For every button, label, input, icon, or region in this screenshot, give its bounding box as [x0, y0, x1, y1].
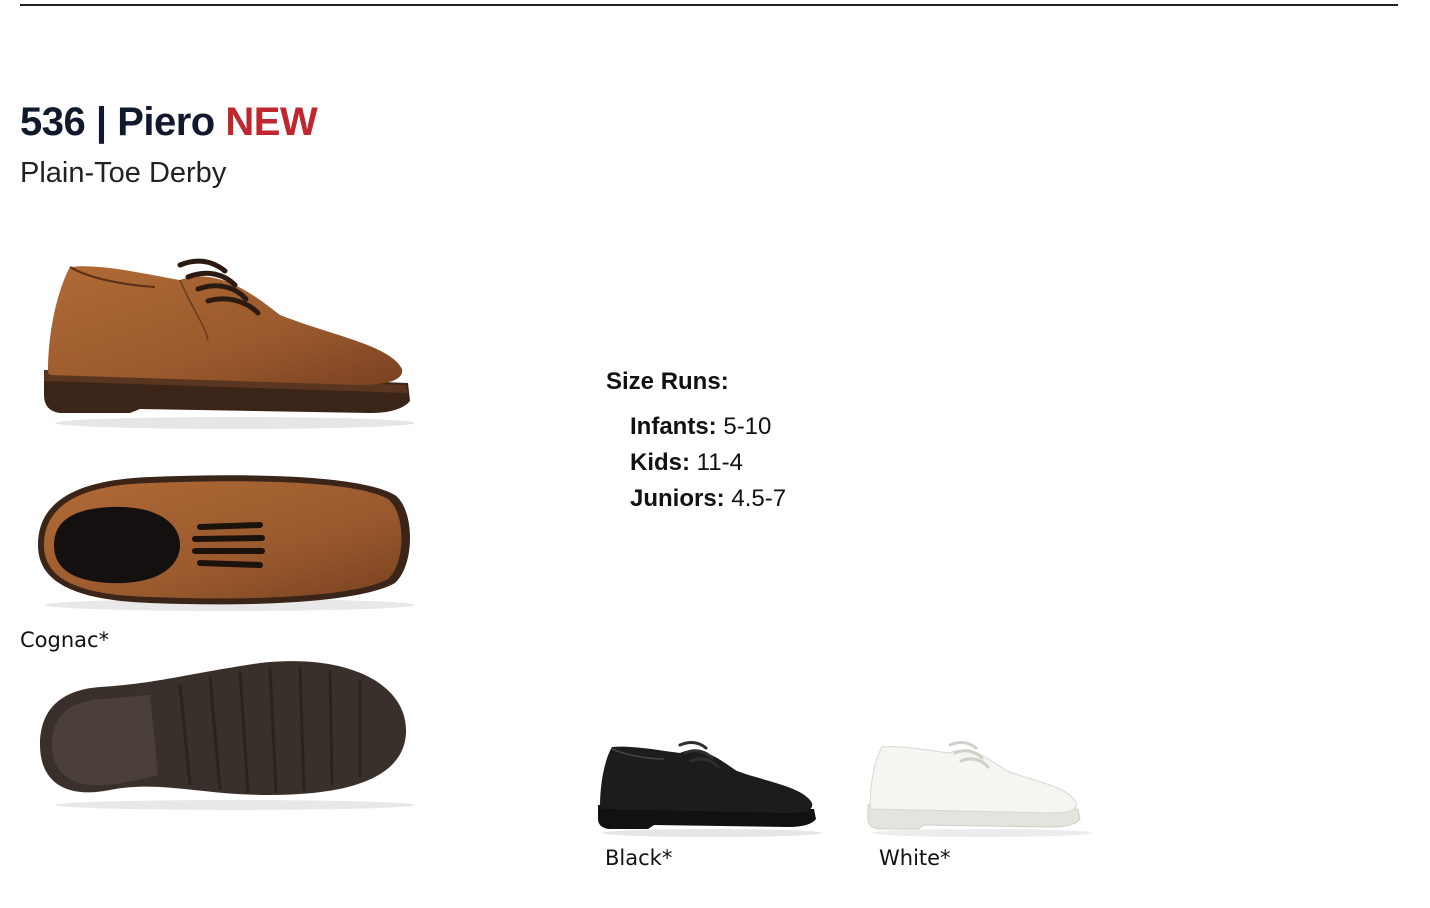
size-runs-title: Size Runs: — [606, 368, 729, 395]
cognac-color-label: Cognac* — [20, 628, 110, 652]
black-shoe-image — [598, 740, 822, 837]
product-title: 536 | Piero NEW — [20, 100, 318, 145]
cognac-shoe-top-image — [38, 475, 415, 611]
black-color-label: Black* — [605, 846, 673, 870]
size-run-juniors: Juniors: 4.5-7 — [630, 485, 786, 513]
white-shoe-image — [867, 740, 1092, 837]
size-run-label: Juniors: — [630, 485, 725, 512]
size-run-range: 4.5-7 — [731, 485, 787, 512]
size-run-range: 5-10 — [723, 413, 772, 440]
size-run-label: Kids: — [630, 449, 690, 476]
product-subtitle: Plain-Toe Derby — [20, 157, 227, 189]
cognac-shoe-side-image — [44, 258, 415, 429]
size-run-range: 11-4 — [696, 449, 743, 476]
size-run-kids: Kids: 11-4 — [630, 449, 743, 477]
style-name: Piero — [117, 100, 215, 144]
white-color-label: White* — [879, 846, 951, 870]
title-separator: | — [95, 100, 107, 144]
size-run-infants: Infants: 5-10 — [630, 413, 771, 441]
new-badge: NEW — [225, 100, 318, 144]
top-rule — [20, 4, 1398, 6]
style-number: 536 — [20, 100, 86, 144]
size-run-label: Infants: — [630, 413, 717, 440]
shoe-outsole-image — [40, 661, 415, 810]
